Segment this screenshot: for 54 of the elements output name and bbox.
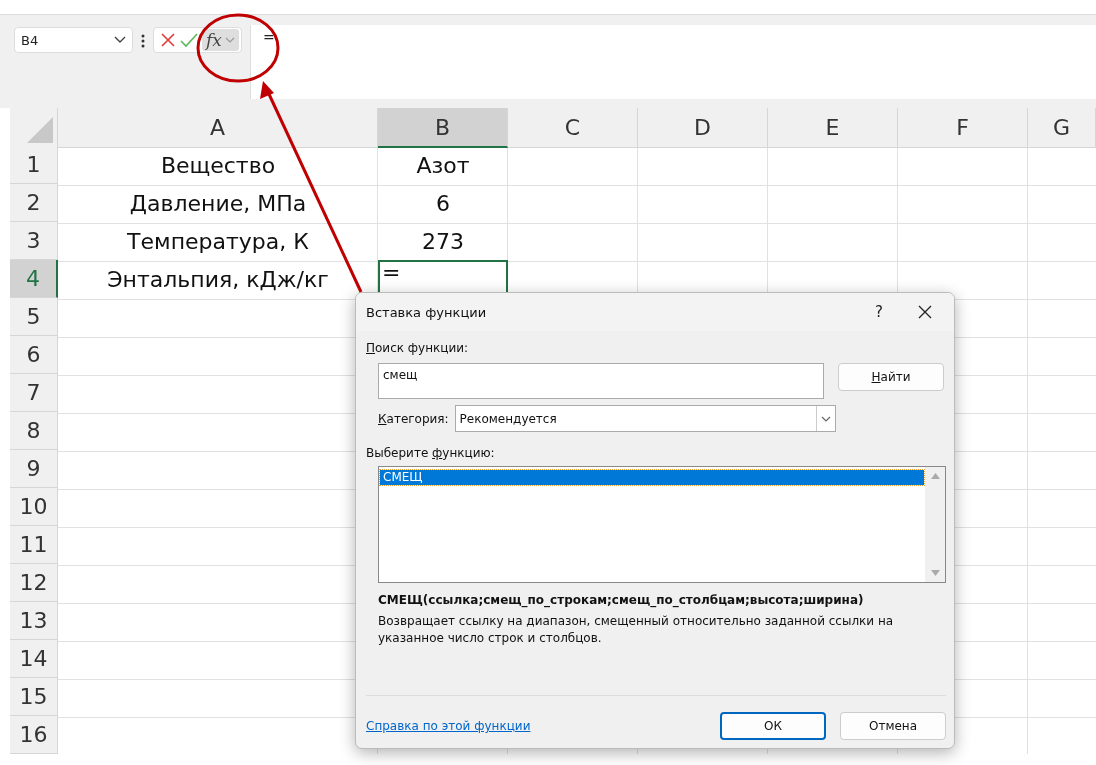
row-header[interactable]: 2 — [10, 184, 58, 222]
column-header[interactable]: G — [1028, 108, 1096, 148]
field-label: Категория: — [378, 411, 449, 426]
row-header[interactable]: 1 — [10, 146, 58, 184]
column-header[interactable]: D — [638, 108, 768, 148]
row-header[interactable]: 4 — [10, 260, 58, 298]
check-icon[interactable] — [180, 32, 198, 48]
help-link[interactable]: Справка по этой функции — [366, 719, 706, 733]
table-cell-text: 273 — [421, 227, 465, 256]
row-header[interactable]: 15 — [10, 678, 58, 716]
row-header[interactable]: 5 — [10, 298, 58, 336]
find-button[interactable]: Найти — [838, 363, 944, 391]
function-signature: СМЕЩ(ссылка;смещ_по_строкам;смещ_по_столбцам;высота;ширина) — [378, 593, 865, 607]
name-box[interactable]: B4 — [14, 27, 133, 53]
row-header[interactable]: 16 — [10, 716, 58, 754]
row-header[interactable]: 8 — [10, 412, 58, 450]
search-field[interactable]: смещ — [378, 363, 824, 399]
ok-button[interactable]: ОК — [720, 712, 826, 740]
table-cell-text: Температура, К — [126, 227, 310, 256]
row-header[interactable]: 10 — [10, 488, 58, 526]
row-header[interactable]: 3 — [10, 222, 58, 260]
column-header[interactable]: C — [508, 108, 638, 148]
formula-field[interactable]: = — [249, 25, 1096, 99]
help-button[interactable]: ? — [856, 297, 902, 327]
list-item[interactable]: СМЕЩ — [380, 470, 924, 485]
row-header[interactable]: 6 — [10, 336, 58, 374]
row-header[interactable]: 14 — [10, 640, 58, 678]
cancel-icon[interactable] — [160, 32, 176, 48]
row-header[interactable]: 13 — [10, 602, 58, 640]
category-dropdown[interactable]: Рекомендуется — [454, 405, 836, 432]
table-cell-text: 6 — [435, 189, 451, 218]
cancel-button[interactable]: Отмена — [840, 712, 946, 740]
column-header[interactable]: B — [378, 108, 508, 148]
field-label: Выберите функцию: — [366, 446, 496, 460]
row-header[interactable]: 11 — [10, 526, 58, 564]
table-cell-text: Энтальпия, кДж/кг — [106, 265, 330, 294]
chevron-icon — [820, 415, 831, 422]
chevron-icon — [114, 36, 126, 44]
chevron-icon — [224, 37, 235, 43]
dialog-title: Вставка функции — [366, 304, 488, 320]
more-icon[interactable] — [141, 34, 145, 48]
insert-function-button[interactable]: fx — [202, 29, 239, 51]
row-header[interactable]: 12 — [10, 564, 58, 602]
table-cell-text: Азот — [415, 151, 471, 180]
column-header[interactable]: A — [58, 108, 378, 148]
close-icon[interactable] — [918, 305, 932, 319]
table-cell-text: Вещество — [159, 151, 277, 180]
table-cell-text: Давление, МПа — [128, 189, 308, 218]
field-label: Поиск функции: — [366, 341, 470, 355]
row-header[interactable]: 7 — [10, 374, 58, 412]
column-header[interactable]: F — [898, 108, 1028, 148]
column-header[interactable]: E — [768, 108, 898, 148]
row-header[interactable]: 9 — [10, 450, 58, 488]
function-description: Возвращает ссылку на диапазон, смещенный относительно заданной ссылки на указанное число строк и столбцов. — [378, 613, 895, 647]
